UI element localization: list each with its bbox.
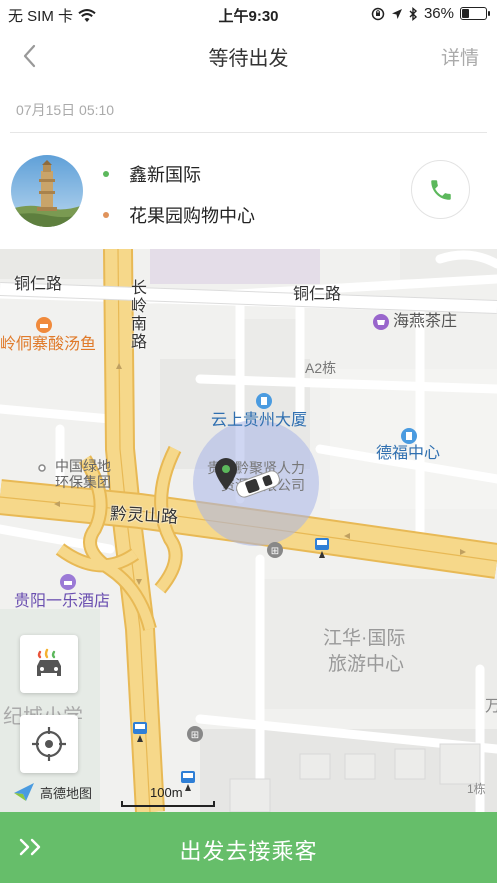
car-mode-icon	[37, 648, 61, 676]
svg-text:⊞: ⊞	[271, 546, 279, 557]
road-label: 黔灵山路	[109, 504, 179, 527]
road-label: 铜仁路	[293, 286, 342, 303]
bluetooth-icon	[409, 6, 418, 21]
route-end: 花果园购物中心	[103, 202, 255, 228]
orientation-lock-icon	[371, 7, 385, 20]
amap-logo-icon	[14, 783, 34, 801]
poi-label: 中国绿地	[55, 458, 111, 474]
scale-bar	[121, 801, 215, 807]
poi-label: 贵阳一乐酒店	[14, 593, 111, 610]
bus-stop-icon: ⊞	[267, 542, 283, 558]
poi-label: 海燕茶庄	[393, 313, 458, 330]
map-provider-logo: 高德地图	[12, 781, 92, 803]
bus-stop-icon	[133, 722, 147, 742]
battery-percent: 36%	[423, 5, 454, 22]
depart-pickup-button[interactable]: 出发去接乘客	[0, 812, 497, 883]
phone-icon	[430, 179, 451, 200]
poi-label: 环保集团	[55, 474, 111, 490]
locate-button[interactable]	[20, 715, 78, 773]
end-dot-icon	[103, 212, 109, 218]
car-mode-button[interactable]	[20, 635, 78, 693]
area-label: 江华·国际	[323, 628, 406, 649]
call-button[interactable]	[411, 160, 470, 219]
location-icon	[391, 8, 402, 19]
bus-stop-icon	[315, 538, 329, 558]
start-location: 鑫新国际	[129, 165, 201, 185]
poi-label: 德福中心	[376, 445, 441, 462]
hotel-icon	[60, 574, 76, 590]
poi-label: 岭侗寨酸汤鱼	[0, 336, 97, 353]
road-label: 铜仁路	[14, 276, 63, 293]
car-icon	[236, 470, 280, 498]
svg-text:⊞: ⊞	[191, 730, 199, 741]
building-icon	[256, 393, 272, 409]
trip-card: 鑫新国际 花果园购物中心	[0, 133, 497, 249]
crosshair-icon	[32, 727, 66, 761]
building-icon	[401, 428, 417, 444]
poi-label: 万	[485, 698, 497, 715]
details-link[interactable]: 详情	[441, 43, 479, 70]
battery-level	[462, 9, 469, 18]
nav-bar: 等待出发 详情	[0, 28, 497, 84]
restaurant-icon	[36, 317, 52, 333]
building-label: 1栋	[467, 782, 486, 796]
start-dot-icon	[103, 171, 109, 177]
page-title: 等待出发	[208, 48, 289, 70]
shop-icon	[373, 314, 389, 330]
map-view[interactable]: 铜仁路 铜仁路 长岭南路 黔灵山路 岭侗寨酸汤鱼 海燕茶庄 A2栋 云上贵州大厦…	[0, 249, 497, 812]
area-label: 旅游中心	[328, 654, 405, 675]
scale-label: 100m	[150, 785, 183, 800]
battery-icon	[460, 7, 490, 20]
passenger-avatar[interactable]	[11, 155, 83, 227]
route-start: 鑫新国际	[103, 161, 201, 187]
depart-pickup-label: 出发去接乘客	[179, 839, 318, 864]
poi-label: 云上贵州大厦	[211, 412, 308, 429]
building-label: A2栋	[305, 360, 337, 376]
status-right: 36%	[371, 5, 490, 22]
order-datetime: 07月15日 05:10	[16, 102, 115, 118]
end-location: 花果园购物中心	[129, 206, 255, 226]
road-label: 长岭南路	[128, 279, 145, 351]
poi-dot-icon	[38, 464, 46, 472]
bus-stop-icon: ⊞	[187, 726, 203, 742]
status-bar: 无 SIM 卡 上午9:30 36%	[0, 0, 497, 28]
provider-name: 高德地图	[40, 785, 93, 801]
